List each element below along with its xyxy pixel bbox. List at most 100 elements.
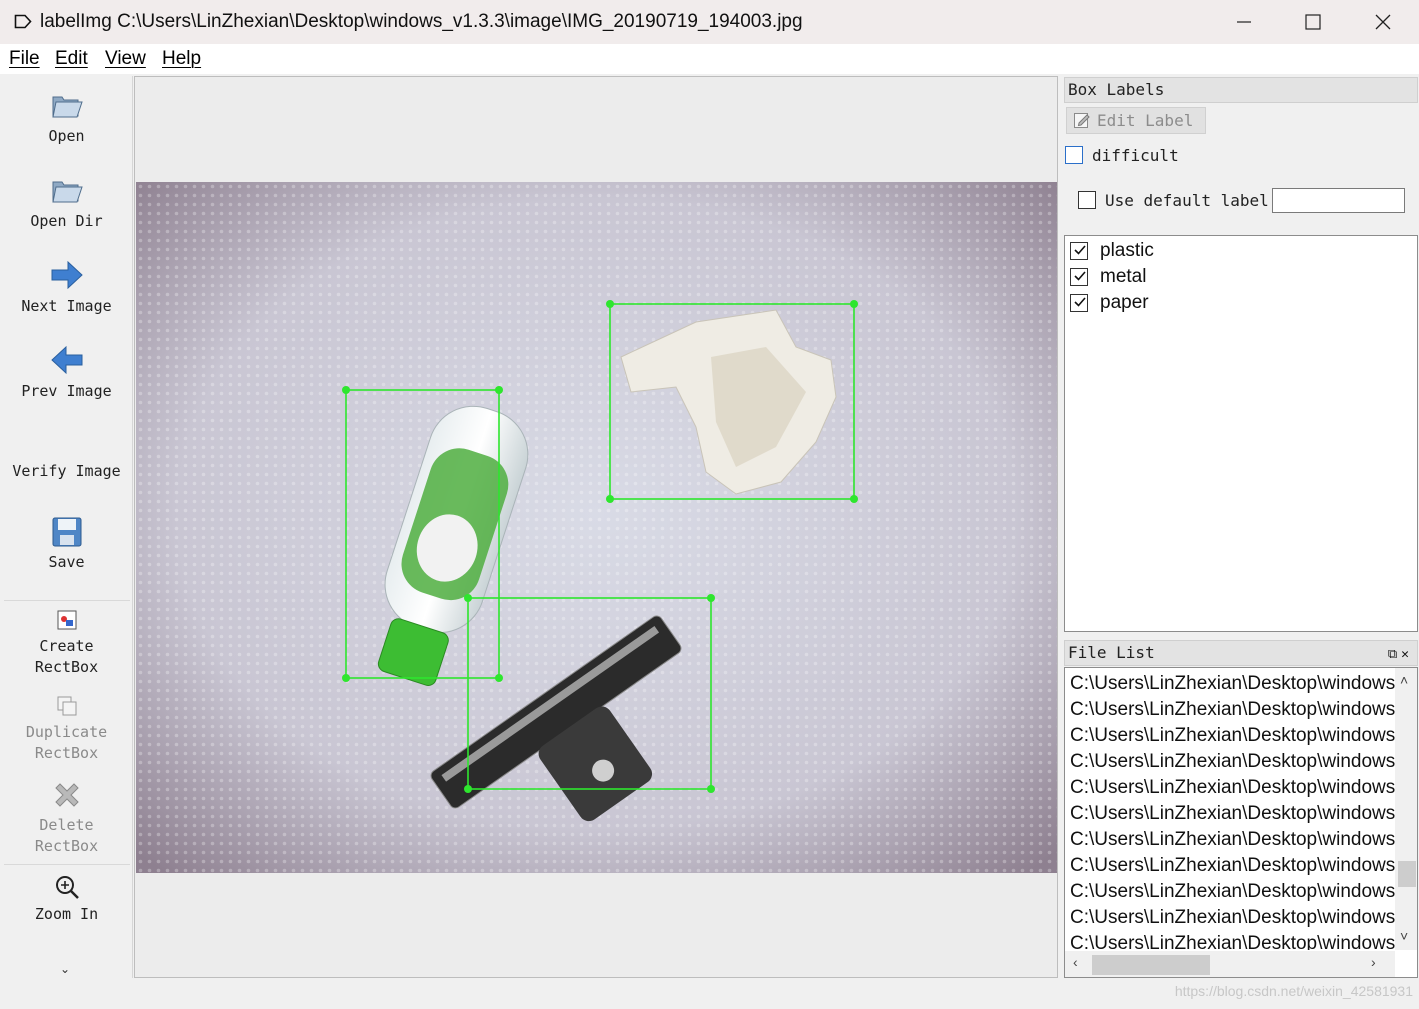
use-default-label-text: Use default label: [1105, 191, 1269, 210]
zoom-in-label: Zoom In: [34, 905, 99, 923]
create-rectbox-label-line1: Create: [39, 637, 94, 655]
label-checkbox-metal[interactable]: [1070, 268, 1088, 286]
difficult-checkbox[interactable]: [1065, 146, 1083, 164]
delete-x-icon: [54, 783, 79, 807]
save-label: Save: [48, 553, 85, 571]
label-name: plastic: [1100, 240, 1154, 261]
menu-edit[interactable]: Edit: [55, 48, 88, 70]
label-item-paper[interactable]: paper: [1069, 290, 1409, 316]
file-list-item[interactable]: C:\Users\LinZhexian\Desktop\windows: [1070, 671, 1395, 697]
file-list-item[interactable]: C:\Users\LinZhexian\Desktop\windows: [1070, 801, 1395, 827]
next-image-label: Next Image: [21, 297, 112, 315]
maximize-icon: [1305, 14, 1321, 30]
image-canvas[interactable]: [134, 76, 1058, 978]
menu-bar: File Edit View Help: [0, 44, 1419, 74]
edit-label-button[interactable]: Edit Label: [1066, 107, 1206, 134]
file-list-item[interactable]: C:\Users\LinZhexian\Desktop\windows: [1070, 723, 1395, 749]
prev-image-button[interactable]: Prev Image: [0, 343, 133, 402]
minimize-button[interactable]: [1210, 0, 1276, 44]
undock-icon[interactable]: ⧉: [1388, 647, 1401, 662]
label-tag-icon: [14, 14, 32, 29]
box-labels-dock-title: Box Labels: [1064, 77, 1418, 103]
annotated-photo[interactable]: [136, 182, 1057, 873]
zoom-in-button[interactable]: Zoom In: [0, 874, 133, 925]
file-list-item[interactable]: C:\Users\LinZhexian\Desktop\windows: [1070, 775, 1395, 801]
label-name: metal: [1100, 266, 1147, 287]
duplicate-rectbox-label-line2: RectBox: [34, 744, 99, 762]
delete-rectbox-label-line2: RectBox: [34, 837, 99, 855]
file-list-item[interactable]: C:\Users\LinZhexian\Desktop\windows: [1070, 931, 1395, 950]
file-list-item[interactable]: C:\Users\LinZhexian\Desktop\windows: [1070, 827, 1395, 853]
open-button[interactable]: Open: [0, 88, 133, 147]
file-list-item[interactable]: C:\Users\LinZhexian\Desktop\windows: [1070, 879, 1395, 905]
label-name: paper: [1100, 292, 1149, 313]
floppy-disk-icon: [52, 517, 81, 547]
duplicate-rectbox-label-line1: Duplicate: [25, 723, 108, 741]
status-bar: https://blog.csdn.net/weixin_42581931: [0, 978, 1419, 1009]
maximize-button[interactable]: [1280, 0, 1346, 44]
save-button[interactable]: Save: [0, 516, 133, 573]
menu-view[interactable]: View: [105, 48, 146, 70]
verify-image-label: Verify Image: [12, 462, 121, 480]
box-labels-title: Box Labels: [1068, 80, 1165, 99]
difficult-label: difficult: [1092, 146, 1179, 165]
delete-rectbox-button[interactable]: Delete RectBox: [0, 779, 133, 857]
close-icon: [1375, 14, 1391, 30]
dock-controls: ⧉✕: [1388, 643, 1413, 667]
edit-label-text: Edit Label: [1097, 111, 1194, 130]
duplicate-rectbox-button[interactable]: Duplicate RectBox: [0, 694, 133, 764]
open-dir-button[interactable]: Open Dir: [0, 173, 133, 232]
file-list-item[interactable]: C:\Users\LinZhexian\Desktop\windows: [1070, 749, 1395, 775]
dock-close-icon[interactable]: ✕: [1401, 647, 1413, 662]
arrow-left-icon: [50, 345, 82, 375]
create-rectbox-button[interactable]: Create RectBox: [0, 608, 133, 678]
horizontal-scroll-thumb[interactable]: [1092, 955, 1210, 975]
open-dir-label: Open Dir: [30, 212, 103, 230]
toolbar-separator: [4, 864, 130, 865]
checkmark-icon: [1074, 271, 1086, 281]
vertical-scroll-thumb[interactable]: [1398, 861, 1416, 887]
folder-open-icon: [51, 181, 83, 203]
verify-image-button[interactable]: Verify Image: [0, 461, 133, 482]
delete-rectbox-label-line1: Delete: [39, 816, 94, 834]
chevron-down-icon[interactable]: ˅: [1400, 928, 1408, 944]
checkmark-icon: [1074, 297, 1086, 307]
create-rectbox-icon: [57, 610, 76, 630]
file-list-item[interactable]: C:\Users\LinZhexian\Desktop\windows: [1070, 853, 1395, 879]
watermark-text: https://blog.csdn.net/weixin_42581931: [1174, 983, 1413, 999]
file-list-item[interactable]: C:\Users\LinZhexian\Desktop\windows: [1070, 905, 1395, 931]
label-item-plastic[interactable]: plastic: [1069, 238, 1409, 264]
label-item-metal[interactable]: metal: [1069, 264, 1409, 290]
next-image-button[interactable]: Next Image: [0, 258, 133, 317]
horizontal-scrollbar[interactable]: ‹ ›: [1065, 951, 1395, 977]
create-rectbox-label-line2: RectBox: [34, 658, 99, 676]
chevron-right-icon[interactable]: ›: [1371, 954, 1376, 970]
vertical-scrollbar[interactable]: ˄ ˅: [1395, 668, 1417, 950]
prev-image-label: Prev Image: [21, 382, 112, 400]
arrow-right-icon: [51, 260, 83, 290]
label-checkbox-plastic[interactable]: [1070, 242, 1088, 260]
toolbar: Open Open Dir Next Image Prev Image Veri…: [0, 76, 133, 978]
close-button[interactable]: [1350, 0, 1416, 44]
double-chevron-down-icon[interactable]: ⌄: [60, 962, 70, 976]
toolbar-separator: [4, 600, 130, 601]
file-list-title: File List: [1068, 643, 1155, 662]
chevron-left-icon[interactable]: ‹: [1073, 954, 1078, 970]
menu-help[interactable]: Help: [162, 48, 201, 70]
use-default-label-checkbox[interactable]: [1078, 191, 1096, 209]
file-list-item[interactable]: C:\Users\LinZhexian\Desktop\windows: [1070, 697, 1395, 723]
chevron-up-icon[interactable]: ˄: [1400, 672, 1408, 688]
folder-open-icon: [51, 96, 83, 118]
default-label-input[interactable]: [1272, 188, 1405, 213]
window-title: labelImg C:\Users\LinZhexian\Desktop\win…: [40, 11, 803, 32]
open-label: Open: [48, 127, 85, 145]
label-list[interactable]: plastic metal paper: [1064, 235, 1418, 632]
minimize-icon: [1237, 21, 1251, 23]
checkmark-icon: [1074, 245, 1086, 255]
edit-pencil-icon: [1074, 113, 1090, 128]
menu-file[interactable]: File: [9, 48, 40, 70]
file-list[interactable]: C:\Users\LinZhexian\Desktop\windows C:\U…: [1064, 667, 1418, 978]
file-list-dock-title: File List ⧉✕: [1064, 640, 1418, 666]
zoom-in-icon: [55, 876, 79, 899]
label-checkbox-paper[interactable]: [1070, 294, 1088, 312]
